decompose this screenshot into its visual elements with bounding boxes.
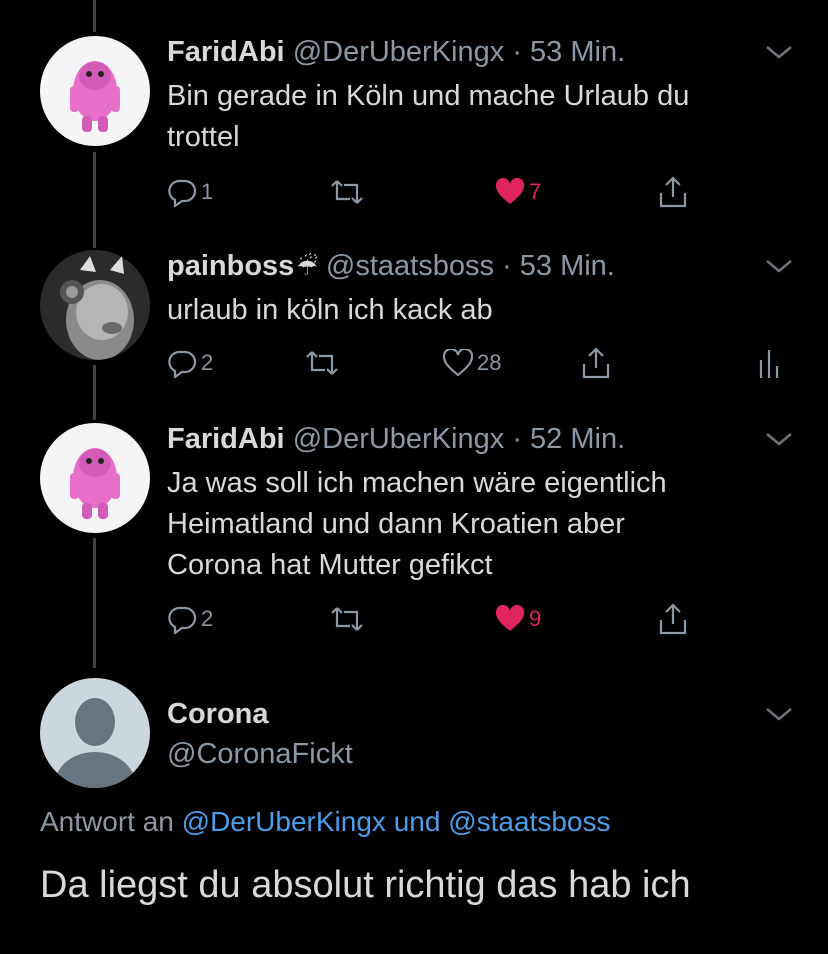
tweet[interactable]: FaridAbi @DerUberKingx · 53 Min. Bin ger…: [0, 36, 828, 216]
timestamp[interactable]: 53 Min.: [520, 250, 615, 282]
tweet-header: FaridAbi @DerUberKingx · 53 Min.: [167, 36, 625, 69]
analytics-icon: [759, 350, 779, 378]
reply-count: 1: [201, 179, 214, 204]
display-name[interactable]: FaridAbi: [167, 423, 285, 455]
thread-line: [93, 0, 96, 32]
share-button[interactable]: [657, 172, 689, 212]
heart-icon: [443, 349, 473, 377]
like-count: 9: [529, 606, 542, 631]
avatar[interactable]: [40, 36, 150, 146]
text-line: urlaub in köln ich kack ab: [167, 294, 493, 326]
heart-icon: [495, 178, 525, 204]
action-bar: 2 28: [167, 343, 787, 383]
reply-icon: [168, 606, 197, 634]
tweet-text: Ja was soll ich machen wäre eigentlich H…: [167, 463, 787, 586]
avatar-image: [40, 250, 150, 360]
chevron-down-icon[interactable]: [764, 704, 794, 724]
umbrella-icon: ☔: [296, 254, 318, 281]
reply-prefix: Antwort an: [40, 806, 174, 837]
reply-button[interactable]: 2: [167, 343, 213, 383]
timestamp[interactable]: 53 Min.: [530, 36, 625, 68]
text-line: trottel: [167, 121, 240, 153]
chevron-down-icon[interactable]: [764, 42, 794, 62]
separator-dot: ·: [493, 250, 520, 282]
avatar-image: [40, 423, 150, 533]
user-handle[interactable]: @staatsboss: [326, 250, 494, 282]
tweet[interactable]: FaridAbi @DerUberKingx · 52 Min. Ja was …: [0, 423, 828, 643]
text-line: Ja was soll ich machen wäre eigentlich: [167, 467, 667, 499]
action-bar: 2 9: [167, 599, 787, 639]
reply-count: 2: [201, 350, 214, 375]
reply-users-link[interactable]: @DerUberKingx und @staatsboss: [182, 806, 611, 837]
display-name[interactable]: Corona: [167, 698, 269, 731]
reply-icon: [168, 350, 197, 378]
like-button[interactable]: 7: [495, 172, 541, 212]
avatar[interactable]: [40, 250, 150, 360]
retweet-button[interactable]: [330, 172, 368, 212]
chevron-down-icon[interactable]: [764, 256, 794, 276]
reply-count: 2: [201, 606, 214, 631]
separator-dot: ·: [504, 423, 531, 455]
like-button[interactable]: 28: [443, 343, 501, 383]
share-icon: [659, 176, 687, 208]
like-count: 28: [477, 350, 502, 375]
tweet-text: Bin gerade in Köln und mache Urlaub du t…: [167, 76, 787, 158]
user-handle[interactable]: @DerUberKingx: [293, 36, 505, 68]
like-button[interactable]: 9: [495, 599, 541, 639]
user-handle[interactable]: @DerUberKingx: [293, 423, 505, 455]
timestamp[interactable]: 52 Min.: [530, 423, 625, 455]
avatar-image: [40, 36, 150, 146]
reply-context: Antwort an @DerUberKingx und @staatsboss: [40, 806, 610, 838]
analytics-button[interactable]: [757, 343, 781, 383]
tweet-header: FaridAbi @DerUberKingx · 52 Min.: [167, 423, 625, 456]
default-avatar-icon: [40, 678, 150, 788]
user-handle[interactable]: @CoronaFickt: [167, 738, 353, 771]
reply-button[interactable]: 1: [167, 172, 213, 212]
text-line: Heimatland und dann Kroatien aber: [167, 508, 625, 540]
share-icon: [582, 347, 610, 379]
separator-dot: ·: [504, 36, 531, 68]
text-line: Bin gerade in Köln und mache Urlaub du: [167, 80, 690, 112]
avatar[interactable]: [40, 423, 150, 533]
text-line: Corona hat Mutter gefikct: [167, 549, 493, 581]
reply-button[interactable]: 2: [167, 599, 213, 639]
avatar[interactable]: [40, 678, 150, 788]
action-bar: 1 7: [167, 172, 787, 212]
heart-icon: [495, 605, 525, 631]
like-count: 7: [529, 179, 542, 204]
tweet[interactable]: painboss☔ @staatsboss · 53 Min. urlaub i…: [0, 250, 828, 390]
share-icon: [659, 603, 687, 635]
share-button[interactable]: [580, 343, 612, 383]
tweet-text: urlaub in köln ich kack ab: [167, 290, 787, 331]
retweet-icon: [331, 607, 363, 631]
reply-icon: [168, 179, 197, 207]
retweet-icon: [306, 351, 338, 375]
display-name[interactable]: FaridAbi: [167, 36, 285, 68]
retweet-icon: [331, 180, 363, 204]
share-button[interactable]: [657, 599, 689, 639]
tweet-header: painboss☔ @staatsboss · 53 Min.: [167, 250, 615, 283]
retweet-button[interactable]: [330, 599, 368, 639]
retweet-button[interactable]: [305, 343, 343, 383]
display-name[interactable]: painboss: [167, 250, 294, 282]
chevron-down-icon[interactable]: [764, 429, 794, 449]
focus-tweet-text: Da liegst du absolut richtig das hab ich: [40, 864, 691, 906]
